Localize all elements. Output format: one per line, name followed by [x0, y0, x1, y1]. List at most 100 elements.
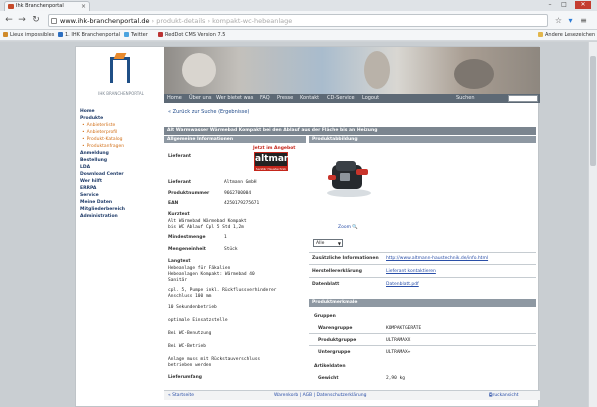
- field-value: 10 Sekundenbetrieb: [168, 305, 217, 310]
- tab-close-icon[interactable]: ×: [81, 2, 86, 11]
- footer-links[interactable]: Warenkorb | AGB | Datenschutzerklärung: [274, 391, 366, 400]
- page-icon: [51, 18, 57, 24]
- vertical-scrollbar[interactable]: [588, 42, 597, 407]
- extension-icon[interactable]: ▾: [566, 16, 575, 25]
- bookmark-3[interactable]: Twitter: [124, 30, 148, 41]
- banner-figure: [182, 53, 216, 87]
- feature-group-heading: Artikeldaten: [314, 364, 346, 369]
- nav-faq[interactable]: FAQ: [260, 94, 270, 103]
- sidebar-item[interactable]: LDA: [80, 165, 90, 170]
- printer-icon: ⎙: [489, 393, 493, 398]
- search-input[interactable]: [508, 95, 538, 102]
- feature-label: Warengruppe: [318, 326, 353, 331]
- datasheet-link[interactable]: Datenblatt.pdf: [386, 282, 419, 287]
- sidebar-item[interactable]: Anmeldung: [80, 151, 109, 156]
- section-product-image: Produktabbildung: [309, 136, 536, 143]
- sidebar-item[interactable]: Bestellung: [80, 158, 107, 163]
- field-label: Langtext: [168, 259, 191, 264]
- scrollbar-thumb[interactable]: [590, 56, 596, 166]
- nav-home[interactable]: Home: [167, 94, 182, 103]
- field-value: 9662700004: [224, 191, 252, 196]
- bookmarks-bar: Lieux impossibles 1. IHK Branchenportal …: [0, 30, 597, 41]
- field-value: Hebeanlage für Fäkalien: [168, 266, 231, 271]
- top-navigation: Home Über uns Wer bietet was FAQ Presse …: [164, 94, 540, 103]
- sidebar-item[interactable]: ERRPA: [80, 186, 96, 191]
- field-value: Sanitär: [168, 278, 187, 283]
- forward-arrow-icon[interactable]: →: [17, 15, 27, 25]
- bookmark-icon: [124, 32, 129, 37]
- sidebar-sub-item[interactable]: Anbieterprofil: [82, 130, 118, 135]
- sidebar-item[interactable]: Service: [80, 193, 99, 198]
- nav-logout[interactable]: Logout: [362, 94, 379, 103]
- field-value: Bei WC-Betrieb: [168, 344, 206, 349]
- browser-tab[interactable]: Ihk Branchenportal ×: [4, 1, 90, 11]
- back-arrow-icon[interactable]: ←: [4, 15, 14, 25]
- page-footer: « Startseite Warenkorb | AGB | Datenschu…: [164, 390, 540, 400]
- filter-select[interactable]: Alle ▼: [313, 239, 343, 247]
- divider: [309, 252, 536, 253]
- feature-label: Gewicht: [318, 376, 339, 381]
- sidebar-item[interactable]: Meine Daten: [80, 200, 112, 205]
- banner-figure: [364, 51, 390, 89]
- browser-toolbar: ← → ↻ www.ihk-branchenportal.de › produk…: [0, 11, 597, 30]
- page-viewport: IHK BRANCHENPORTAL Home Über uns Wer bie…: [0, 42, 597, 407]
- sidebar-item[interactable]: Download Center: [80, 172, 124, 177]
- field-value: Anschluss 100 mm: [168, 294, 212, 299]
- product-image[interactable]: [322, 155, 376, 199]
- nav-who-offers[interactable]: Wer bietet was: [216, 94, 253, 103]
- feature-value: ULTRAMAX+: [386, 350, 411, 355]
- url-host: www.ihk-branchenportal.de: [60, 17, 150, 25]
- bookmark-4[interactable]: RedDot CMS Version 7.5: [158, 30, 225, 41]
- maximize-button[interactable]: □: [560, 2, 568, 8]
- tab-title: Ihk Branchenportal: [16, 3, 64, 9]
- field-value: optimale Einsatzstelle: [168, 318, 228, 323]
- info-link[interactable]: http://www.altmann-haustechnik.de/info.h…: [386, 256, 488, 261]
- window-close-button[interactable]: ✕: [575, 1, 591, 9]
- site-logo[interactable]: IHK BRANCHENPORTAL: [76, 47, 164, 103]
- nav-press[interactable]: Presse: [277, 94, 293, 103]
- feature-group-heading: Gruppen: [314, 314, 336, 319]
- minimize-button[interactable]: –: [546, 2, 554, 8]
- sidebar-item[interactable]: Wer hilft: [80, 179, 102, 184]
- sidebar-sub-item[interactable]: Produkt-Katalog: [82, 137, 123, 142]
- feature-label: Produktgruppe: [318, 338, 357, 343]
- back-link[interactable]: « Zurück zur Suche (Ergebnisse): [168, 109, 249, 115]
- reload-icon[interactable]: ↻: [31, 15, 41, 25]
- bookmark-2[interactable]: 1. IHK Branchenportal: [58, 30, 120, 41]
- divider: [309, 277, 536, 278]
- bookmark-other[interactable]: Andere Lesezeichen: [538, 30, 595, 41]
- star-icon[interactable]: ☆: [554, 16, 563, 25]
- zoom-link[interactable]: Zoom 🔍: [338, 225, 358, 230]
- logo-icon: [110, 57, 130, 83]
- field-value: Hebeanlagen Kompakt: Wärmebad 40: [168, 272, 255, 277]
- search-label: Suchen: [456, 95, 475, 101]
- browser-tab-bar: Ihk Branchenportal × – □ ✕: [0, 0, 597, 11]
- nav-contact[interactable]: Kontakt: [300, 94, 319, 103]
- divider: [309, 264, 536, 265]
- sidebar-sub-item[interactable]: Produktanfragen: [82, 144, 125, 149]
- chevron-down-icon: ▼: [337, 241, 341, 246]
- bookmark-1[interactable]: Lieux impossibles: [3, 30, 54, 41]
- divider: [309, 333, 536, 334]
- nav-about[interactable]: Über uns: [189, 94, 212, 103]
- footer-home-link[interactable]: « Startseite: [168, 391, 194, 400]
- section-product-features: Produktmerkmale: [309, 299, 536, 307]
- sidebar-sub-item[interactable]: Anbieterliste: [82, 123, 116, 128]
- menu-icon[interactable]: ≡: [579, 16, 588, 25]
- field-value: Altmann GmbH: [224, 180, 257, 185]
- bookmark-icon: [158, 32, 163, 37]
- field-value: betrieben werden: [168, 363, 212, 368]
- sidebar-item-products[interactable]: Produkte: [80, 116, 103, 121]
- address-bar[interactable]: www.ihk-branchenportal.de › produkt-deta…: [48, 14, 548, 27]
- brand-badge: altmann: [254, 152, 297, 167]
- brand-badge-subtitle: Sanitär Haustechnik: [254, 167, 288, 171]
- nav-cd-service[interactable]: CD-Service: [327, 94, 355, 103]
- magnifier-icon: 🔍: [352, 225, 359, 230]
- feature-value: ULTRAMAXX: [386, 338, 411, 343]
- sidebar-item[interactable]: Administration: [80, 214, 118, 219]
- field-label: Datenblatt: [312, 282, 340, 287]
- sidebar-item-home[interactable]: Home: [80, 109, 95, 114]
- manufacturer-link[interactable]: Lieferant kontaktieren: [386, 269, 436, 274]
- sidebar-item[interactable]: Mitgliederbereich: [80, 207, 125, 212]
- banner-figure: [454, 59, 494, 89]
